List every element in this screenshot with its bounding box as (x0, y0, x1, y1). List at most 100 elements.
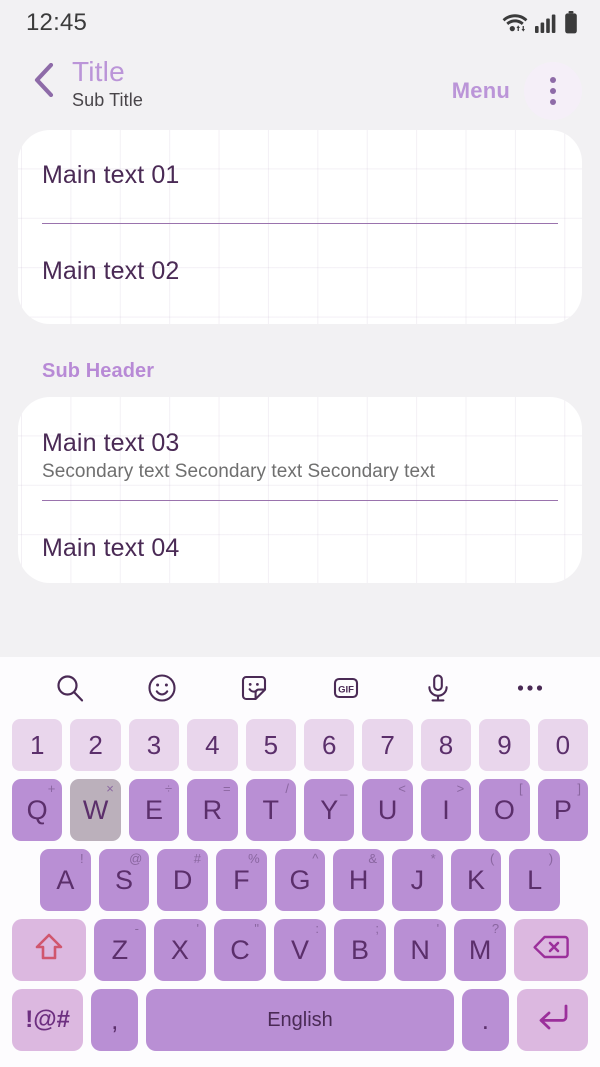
key-x-alt: ' (196, 921, 199, 936)
key-e-label: E (144, 794, 163, 825)
cellular-signal-icon (535, 13, 557, 33)
key-n-label: N (410, 934, 430, 965)
key-g-alt: ^ (312, 851, 319, 866)
back-button[interactable] (22, 60, 66, 104)
key-j[interactable]: * J (392, 849, 443, 911)
key-0[interactable]: 0 (537, 719, 589, 771)
list-item-secondary-text: Secondary text Secondary text Secondary … (42, 461, 435, 482)
key-m[interactable]: ? M (454, 919, 507, 981)
key-9[interactable]: 9 (479, 719, 530, 771)
key-q[interactable]: + Q (11, 779, 63, 841)
key-r[interactable]: = R (187, 779, 238, 841)
list-item[interactable]: Main text 04 (18, 501, 582, 583)
sticker-icon[interactable] (231, 665, 277, 711)
microphone-icon[interactable] (415, 665, 461, 711)
key-k[interactable]: (K (450, 849, 502, 911)
status-icon-group (502, 11, 578, 35)
comma-key[interactable]: , (91, 989, 139, 1051)
key-f[interactable]: % F (216, 849, 267, 911)
key-v-label: V (290, 934, 309, 965)
key-v[interactable]: :V (273, 919, 327, 981)
list-item[interactable]: Main text 02 (18, 224, 582, 324)
key-p-label: P (553, 794, 572, 825)
key-g[interactable]: ^ G (274, 849, 326, 911)
key-d[interactable]: # D (157, 849, 208, 911)
section-sub-header: Sub Header (42, 360, 155, 382)
key-r-alt: = (223, 781, 231, 796)
key-3[interactable]: 3 (128, 719, 180, 771)
shift-key[interactable] (12, 919, 86, 981)
key-i[interactable]: > I (420, 779, 472, 841)
key-8[interactable]: 8 (420, 719, 472, 771)
key-1[interactable]: 1 (11, 719, 63, 771)
menu-button[interactable]: Menu (448, 72, 514, 110)
app-bar-actions: Menu (448, 62, 582, 120)
more-vertical-icon-dot2 (550, 88, 556, 94)
key-c-label: C (230, 934, 250, 965)
key-k-label: K (467, 864, 486, 895)
enter-key[interactable] (516, 989, 589, 1051)
key-j-label: J (410, 864, 425, 895)
keyboard-row-bottom: !@# , English . (0, 989, 600, 1051)
key-d-alt: # (193, 851, 201, 866)
symbols-key[interactable]: !@# (12, 989, 84, 1051)
key-4[interactable]: 4 (187, 719, 238, 771)
more-horizontal-icon[interactable] (507, 665, 553, 711)
key-x-label: X (170, 934, 189, 965)
on-screen-keyboard: GIF 1 2 3 4 5 6 7 8 9 0 + Q × W ÷ E = R … (0, 657, 600, 1067)
key-i-alt: > (456, 781, 465, 796)
space-key[interactable]: English (146, 989, 454, 1051)
card-group-1: Main text 01 Main text 02 (18, 130, 582, 324)
list-item-title: Main text 02 (42, 257, 180, 285)
key-f-label: F (233, 864, 250, 895)
key-e[interactable]: ÷ E (128, 779, 180, 841)
list-item[interactable]: Main text 03 Secondary text Secondary te… (18, 397, 582, 500)
key-5[interactable]: 5 (245, 719, 296, 771)
key-i-label: I (442, 794, 450, 825)
enter-arrow-icon (534, 1002, 570, 1039)
gif-icon[interactable]: GIF (323, 665, 369, 711)
emoji-icon[interactable] (139, 665, 185, 711)
list-item-title: Main text 04 (42, 534, 180, 562)
more-vertical-icon (550, 77, 556, 83)
search-icon[interactable] (47, 665, 93, 711)
status-bar: 12:45 (0, 0, 600, 46)
keyboard-toolbar: GIF (0, 657, 600, 719)
app-bar: Title Sub Title Menu (0, 46, 600, 130)
period-key[interactable]: . (461, 989, 509, 1051)
key-o[interactable]: [O (479, 779, 530, 841)
key-b[interactable]: ; B (334, 919, 387, 981)
card-group-2-viewport: Main text 03 Secondary text Secondary te… (0, 397, 600, 604)
list-item[interactable]: Main text 01 (18, 130, 582, 223)
key-x[interactable]: ' X (153, 919, 206, 981)
key-c-alt: " (254, 921, 259, 936)
overflow-menu-button[interactable] (524, 62, 582, 120)
key-n[interactable]: ' N (394, 919, 447, 981)
key-e-alt: ÷ (165, 781, 173, 796)
keyboard-row-home: ! A @ S # D % F ^ G & H * J (K ) L (0, 849, 600, 911)
key-h-label: H (348, 864, 369, 895)
key-s-alt: @ (129, 851, 143, 866)
key-l[interactable]: ) L (509, 849, 561, 911)
key-y[interactable]: _ Y (304, 779, 355, 841)
key-c[interactable]: " C (213, 919, 266, 981)
phone-screen: 12:45 Title Sub Title Menu Main text 01 … (0, 0, 600, 1067)
key-2[interactable]: 2 (70, 719, 121, 771)
key-a[interactable]: ! A (39, 849, 91, 911)
key-7[interactable]: 7 (362, 719, 413, 771)
key-y-alt: _ (340, 781, 348, 796)
key-w[interactable]: × W (70, 779, 121, 841)
key-h[interactable]: & H (333, 849, 385, 911)
backspace-key[interactable] (514, 919, 588, 981)
key-b-alt: ; (375, 921, 380, 936)
key-s[interactable]: @ S (98, 849, 150, 911)
key-6[interactable]: 6 (304, 719, 355, 771)
page-subtitle: Sub Title (72, 90, 143, 110)
key-t-alt: / (285, 781, 289, 796)
key-t[interactable]: / T (245, 779, 296, 841)
key-p[interactable]: ] P (537, 779, 589, 841)
key-u-label: U (377, 794, 398, 825)
key-z[interactable]: -Z (93, 919, 146, 981)
key-m-label: M (468, 934, 492, 965)
key-u[interactable]: < U (362, 779, 413, 841)
